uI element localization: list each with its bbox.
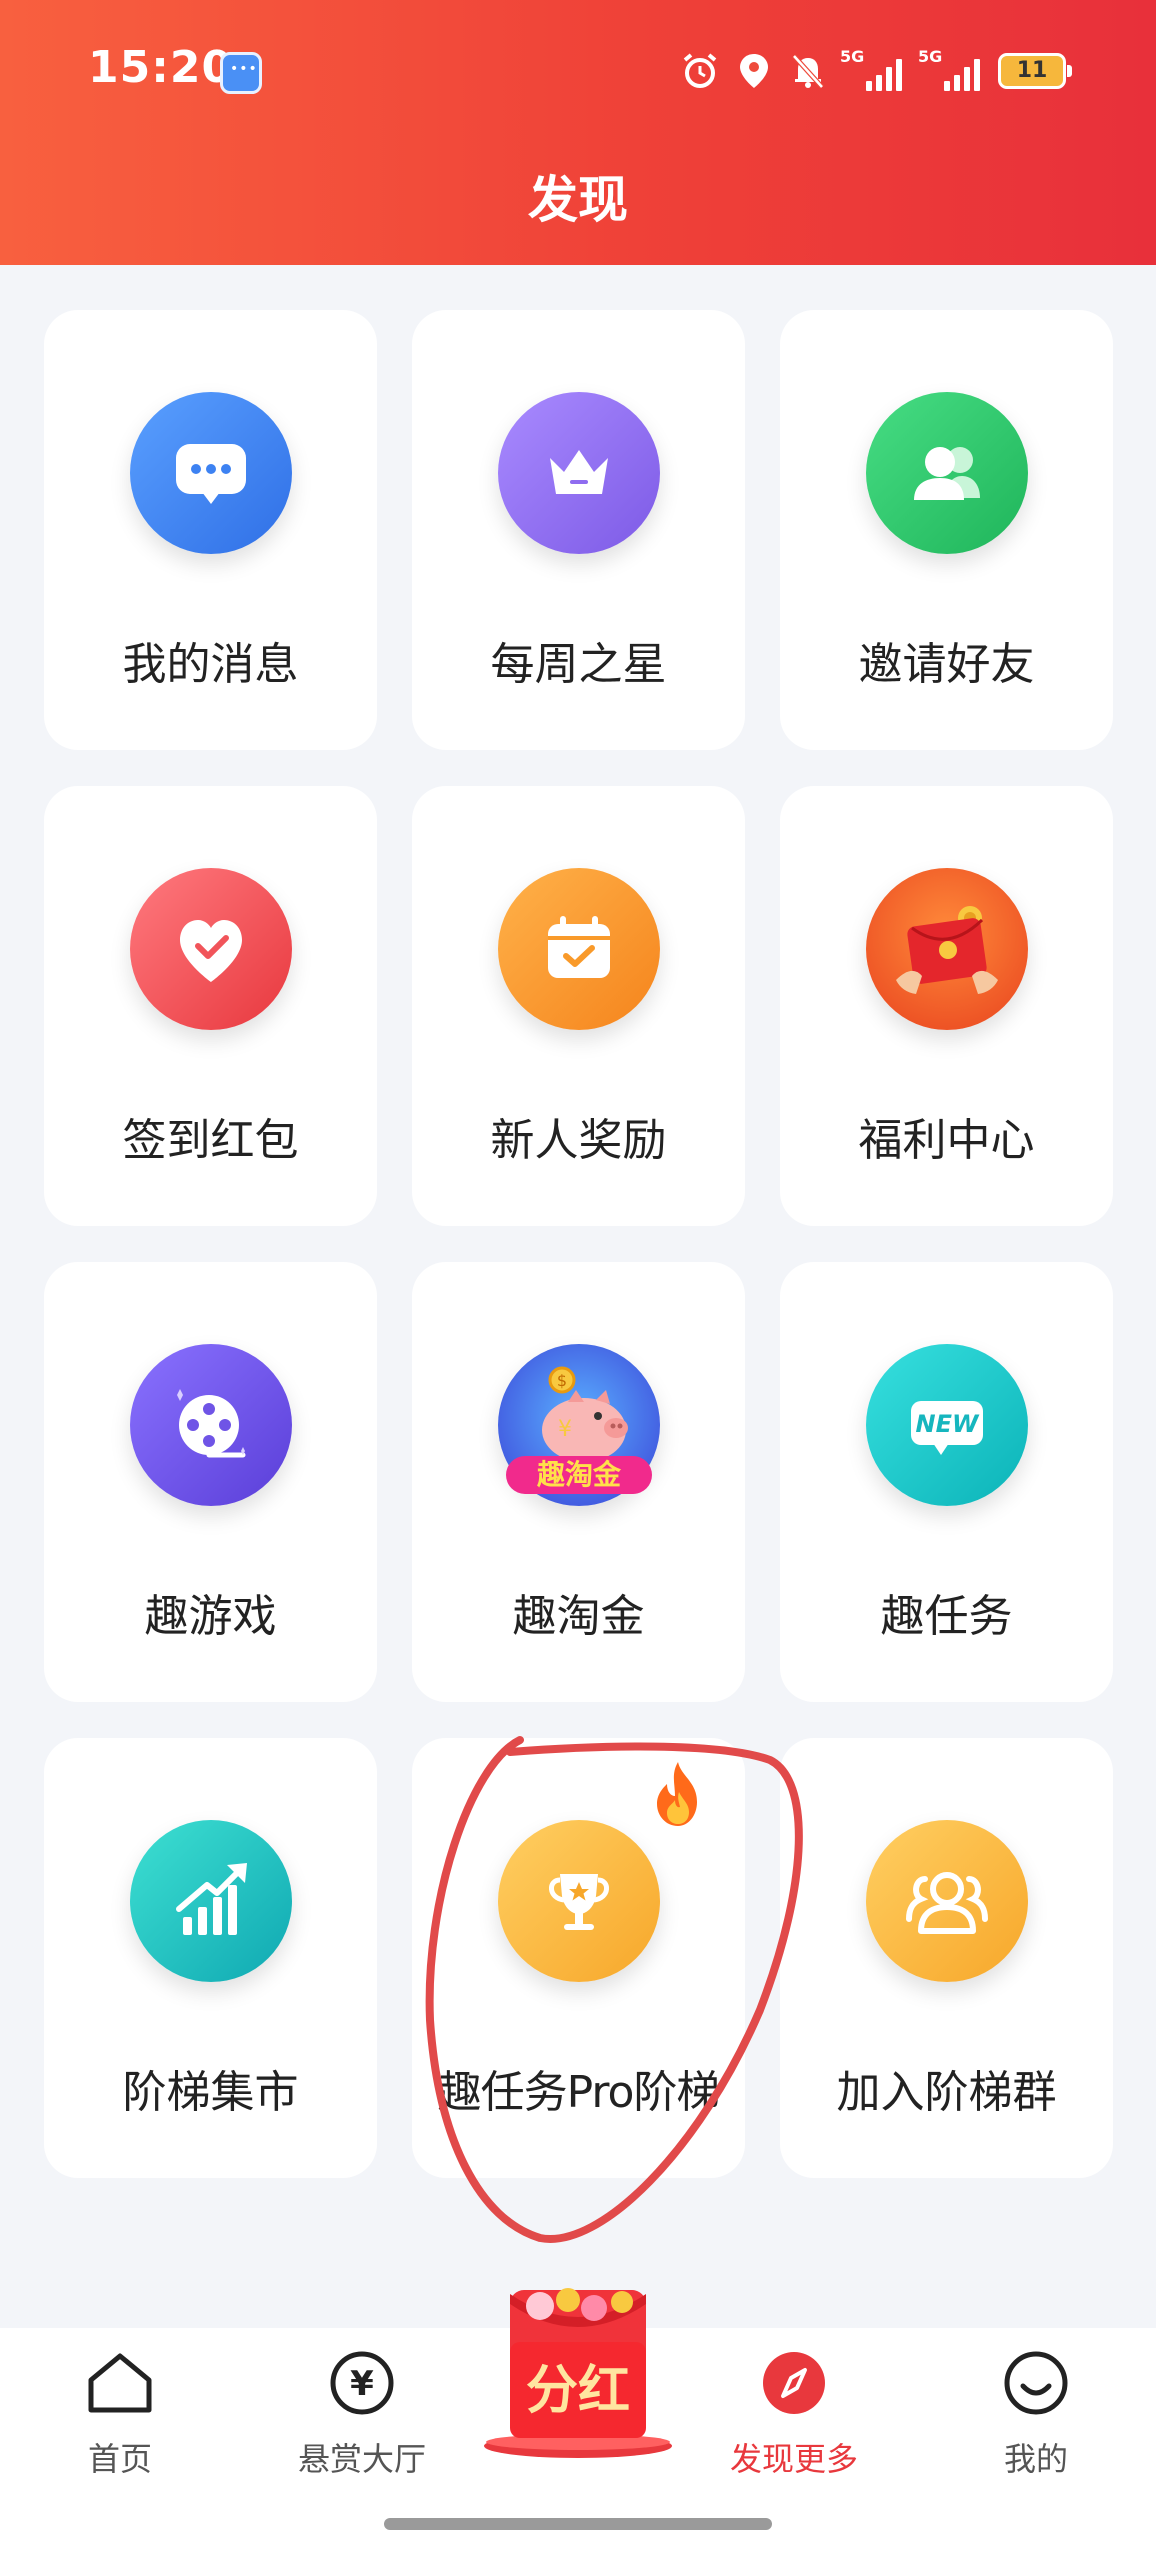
center-promo-button[interactable]: 分红	[482, 2280, 674, 2460]
nav-label: 发现更多	[729, 2440, 858, 2478]
svg-text:$: $	[557, 1371, 567, 1390]
status-time: 15:20	[88, 42, 234, 93]
calendar-check-icon	[498, 868, 660, 1030]
message-icon	[130, 392, 292, 554]
mute-bell-icon	[792, 54, 824, 89]
battery-icon: 11	[998, 53, 1072, 89]
grid-item-label: 趣淘金	[512, 1591, 645, 1642]
nav-label: 悬赏大厅	[297, 2440, 426, 2478]
grid-item-join-ladder-group[interactable]: 加入阶梯群	[780, 1738, 1113, 2178]
fire-icon	[641, 1758, 715, 1843]
piggy-bank-icon: $ ¥ 趣淘金	[498, 1344, 660, 1506]
nav-label: 首页	[87, 2440, 152, 2478]
grid-item-ladder-market[interactable]: 阶梯集市	[44, 1738, 377, 2178]
grid-item-label: 加入阶梯群	[836, 2067, 1057, 2118]
grid-item-label: 趣任务Pro阶梯	[437, 2067, 721, 2118]
svg-text:¥: ¥	[350, 2364, 374, 2404]
red-envelope-icon	[866, 868, 1028, 1030]
grid-item-label: 签到红包	[122, 1115, 299, 1166]
cell-signal-1-icon: 5G	[840, 47, 906, 91]
checkin-heart-icon	[130, 868, 292, 1030]
grid-item-label: 福利中心	[858, 1115, 1035, 1166]
grid-item-newcomer-reward[interactable]: 新人奖励	[412, 786, 745, 1226]
grid-item-fun-games[interactable]: 趣游戏	[44, 1262, 377, 1702]
grid-item-my-messages[interactable]: 我的消息	[44, 310, 377, 750]
compass-icon	[763, 2352, 825, 2414]
nav-home[interactable]: 首页	[30, 2348, 210, 2480]
group-icon	[866, 1820, 1028, 1982]
red-envelope-promo-icon: 分红	[484, 2288, 672, 2458]
grid-item-label: 邀请好友	[858, 639, 1035, 690]
battery-level: 11	[1016, 58, 1048, 83]
svg-text:¥: ¥	[558, 1417, 572, 1442]
location-icon	[740, 54, 768, 88]
crown-icon	[498, 392, 660, 554]
new-badge-text: NEW	[916, 1410, 980, 1438]
new-badge-icon: NEW	[866, 1344, 1028, 1506]
home-icon	[88, 2353, 152, 2413]
feature-grid: 我的消息 每周之星 邀请好友 签到红包 新人奖励 福利中心 趣游戏 $ ¥ 趣淘…	[44, 310, 1114, 2178]
status-bar: 15:20 5G 5G	[0, 0, 1156, 150]
grid-item-invite-friends[interactable]: 邀请好友	[780, 310, 1113, 750]
grid-item-fun-tasks[interactable]: NEW 趣任务	[780, 1262, 1113, 1702]
film-reel-icon	[130, 1344, 292, 1506]
grid-item-checkin-redpacket[interactable]: 签到红包	[44, 786, 377, 1226]
nav-discover-more[interactable]: 发现更多	[704, 2348, 884, 2480]
center-promo-label: 分红	[526, 2361, 630, 2421]
grid-item-label: 趣游戏	[144, 1591, 277, 1642]
message-notification-icon	[220, 52, 262, 94]
grid-item-fun-tasks-pro-ladder[interactable]: 趣任务Pro阶梯	[412, 1738, 745, 2178]
yen-icon: ¥	[330, 2351, 394, 2415]
grid-item-fun-gold[interactable]: $ ¥ 趣淘金 趣淘金	[412, 1262, 745, 1702]
friends-icon	[866, 392, 1028, 554]
alarm-icon	[683, 53, 717, 88]
nav-mine[interactable]: 我的	[946, 2348, 1126, 2480]
grid-item-label: 每周之星	[490, 639, 667, 690]
nav-label: 我的	[1003, 2440, 1068, 2478]
growth-chart-icon	[130, 1820, 292, 1982]
grid-item-label: 趣任务	[880, 1591, 1013, 1642]
grid-item-weekly-star[interactable]: 每周之星	[412, 310, 745, 750]
grid-item-label: 我的消息	[122, 639, 299, 690]
cell-signal-2-icon: 5G	[918, 47, 984, 91]
grid-item-label: 阶梯集市	[122, 2067, 299, 2118]
trophy-icon	[498, 1820, 660, 1982]
piggy-badge-text: 趣淘金	[537, 1458, 622, 1491]
smile-icon	[1004, 2351, 1068, 2415]
header: 15:20 5G 5G	[0, 0, 1156, 265]
grid-item-welfare-center[interactable]: 福利中心	[780, 786, 1113, 1226]
grid-item-label: 新人奖励	[490, 1115, 667, 1166]
page-title: 发现	[528, 171, 628, 229]
status-icons: 5G 5G 11	[680, 46, 1072, 96]
nav-reward-hall[interactable]: ¥ 悬赏大厅	[272, 2348, 452, 2480]
home-indicator[interactable]	[384, 2518, 772, 2530]
